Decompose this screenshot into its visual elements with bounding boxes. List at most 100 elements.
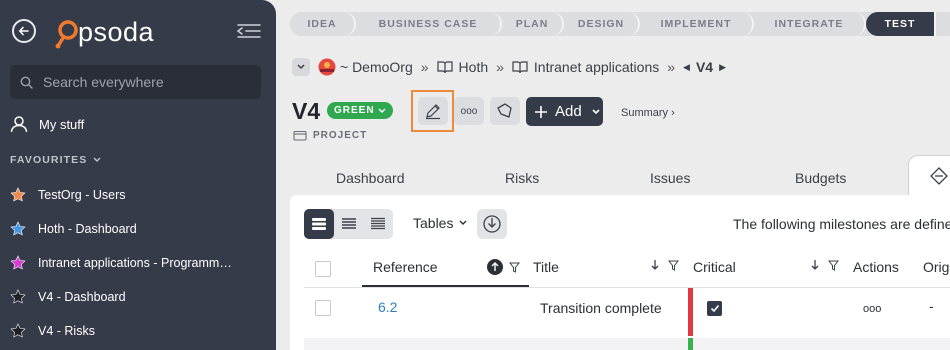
next-project-icon[interactable]: ▶ [719, 62, 726, 73]
lifecycle-step-design[interactable]: DESIGN [564, 12, 640, 36]
favourite-item[interactable]: V4 - Risks [10, 314, 270, 348]
filter-icon[interactable] [828, 260, 839, 271]
tab-issues[interactable]: Issues [650, 170, 690, 186]
breadcrumb-separator: » [420, 59, 429, 75]
sort-descending-icon[interactable] [810, 259, 820, 271]
breadcrumb-portfolio[interactable]: Hoth [436, 59, 489, 75]
my-stuff-link[interactable]: My stuff [10, 115, 84, 133]
critical-indicator-red [688, 288, 693, 336]
row-checkbox[interactable] [315, 300, 331, 316]
back-arrow-icon[interactable] [12, 19, 36, 43]
critical-checkbox[interactable] [707, 301, 722, 316]
select-all-checkbox[interactable] [315, 261, 331, 277]
compact-view-icon [341, 218, 356, 229]
tables-dropdown[interactable]: Tables [413, 215, 468, 231]
favourite-item[interactable]: Intranet applications - Programme Dashbo… [10, 246, 270, 280]
header-title-label: Title [533, 259, 559, 275]
tag-button[interactable] [490, 97, 520, 125]
favourites-header[interactable]: FAVOURITES [10, 154, 102, 166]
tab-risks[interactable]: Risks [505, 170, 539, 186]
edit-button[interactable] [418, 97, 448, 125]
title-sort-controls [650, 259, 679, 271]
previous-project-icon[interactable]: ◀ [683, 62, 690, 73]
chevron-down-icon [459, 220, 467, 225]
tab-dashboard[interactable]: Dashboard [336, 170, 405, 186]
breadcrumb-org[interactable]: ~ DemoOrg [318, 58, 413, 76]
programme-book-icon [512, 61, 528, 74]
tab-budgets[interactable]: Budgets [795, 170, 846, 186]
row-actions-button[interactable]: ooo [863, 303, 881, 315]
header-title[interactable]: Title [533, 259, 559, 275]
status-label: GREEN [334, 105, 375, 116]
breadcrumb-portfolio-label: Hoth [458, 59, 489, 75]
export-button[interactable] [477, 209, 507, 239]
collapse-sidebar-icon[interactable] [236, 22, 262, 40]
view-compact-button[interactable] [334, 209, 364, 239]
chevron-down-icon [297, 64, 305, 70]
breadcrumb: ~ DemoOrg » Hoth » Intranet applications… [292, 58, 726, 76]
sort-ascending-icon[interactable] [487, 259, 503, 275]
favourite-item[interactable]: V4 - Dashboard [10, 280, 270, 314]
psoda-logo[interactable]: psoda [52, 14, 154, 50]
view-dense-button[interactable] [363, 209, 393, 239]
breadcrumb-programme-label: Intranet applications [533, 59, 660, 75]
checkmark-icon [710, 304, 719, 313]
sort-descending-icon[interactable] [650, 259, 660, 271]
breadcrumb-expand-button[interactable] [292, 58, 310, 76]
header-orig-label: Orig [923, 259, 950, 275]
more-options-button[interactable]: ooo [454, 97, 484, 125]
search-box[interactable] [10, 65, 261, 99]
favourite-item[interactable]: Hoth - Dashboard [10, 212, 270, 246]
header-reference[interactable]: Reference [373, 259, 438, 275]
org-avatar-icon [318, 58, 336, 76]
project-type: PROJECT [293, 130, 367, 141]
header-critical[interactable]: Critical [693, 259, 736, 275]
header-critical-label: Critical [693, 259, 736, 275]
filter-icon[interactable] [668, 260, 679, 271]
breadcrumb-programme[interactable]: Intranet applications [512, 59, 659, 75]
dense-view-icon [371, 217, 386, 230]
page-title: V4 [292, 98, 321, 124]
lifecycle-step-plan[interactable]: PLAN [502, 12, 564, 36]
logo-mark-icon [55, 20, 78, 49]
chevron-down-icon [378, 108, 386, 113]
row-title: Transition complete [540, 300, 662, 316]
favourites-label: FAVOURITES [10, 154, 88, 166]
favourite-label: V4 - Dashboard [38, 290, 126, 304]
my-stuff-label: My stuff [39, 116, 85, 132]
lifecycle-step-implement[interactable]: IMPLEMENT [640, 12, 754, 36]
lifecycle-bar: IDEA BUSINESS CASE PLAN DESIGN IMPLEMENT INTE… [290, 12, 950, 36]
favourite-label: Intranet applications - Programme Dashbo… [38, 256, 238, 270]
summary-link[interactable]: Summary › [621, 107, 675, 119]
status-badge[interactable]: GREEN [327, 102, 393, 119]
project-type-label: PROJECT [313, 130, 368, 141]
add-label: Add [555, 103, 582, 120]
breadcrumb-separator: » [667, 59, 676, 75]
add-button[interactable]: Add [526, 97, 603, 126]
search-input[interactable] [43, 74, 243, 90]
star-icon [10, 221, 26, 236]
breadcrumb-org-label: ~ DemoOrg [340, 59, 413, 75]
tab-bar: Dashboard Risks Issues Budgets [290, 160, 950, 194]
row-reference-link[interactable]: 6.2 [378, 299, 397, 315]
lifecycle-step-business-case[interactable]: BUSINESS CASE [356, 12, 502, 36]
header-orig[interactable]: Orig [923, 259, 949, 275]
breadcrumb-separator: » [496, 59, 504, 75]
lifecycle-step-idea[interactable]: IDEA [290, 12, 356, 36]
row-orig: - [929, 298, 934, 314]
view-list-button[interactable] [304, 209, 334, 239]
star-icon [10, 323, 26, 338]
list-view-icon [311, 218, 326, 230]
critical-indicator-green [688, 338, 693, 350]
lifecycle-step-integrate[interactable]: INTEGRATE [754, 12, 866, 36]
plus-icon [535, 105, 547, 118]
ellipsis-icon: ooo [460, 105, 478, 117]
tab-milestones[interactable] [908, 155, 950, 197]
filter-icon[interactable] [509, 262, 520, 273]
header-divider [304, 287, 950, 288]
favourite-item[interactable]: TestOrg - Users [10, 178, 270, 212]
header-actions: Actions [853, 259, 899, 275]
lifecycle-step-test[interactable]: TEST [866, 12, 936, 36]
breadcrumb-project-label: V4 [695, 59, 714, 75]
tag-icon [497, 103, 512, 118]
